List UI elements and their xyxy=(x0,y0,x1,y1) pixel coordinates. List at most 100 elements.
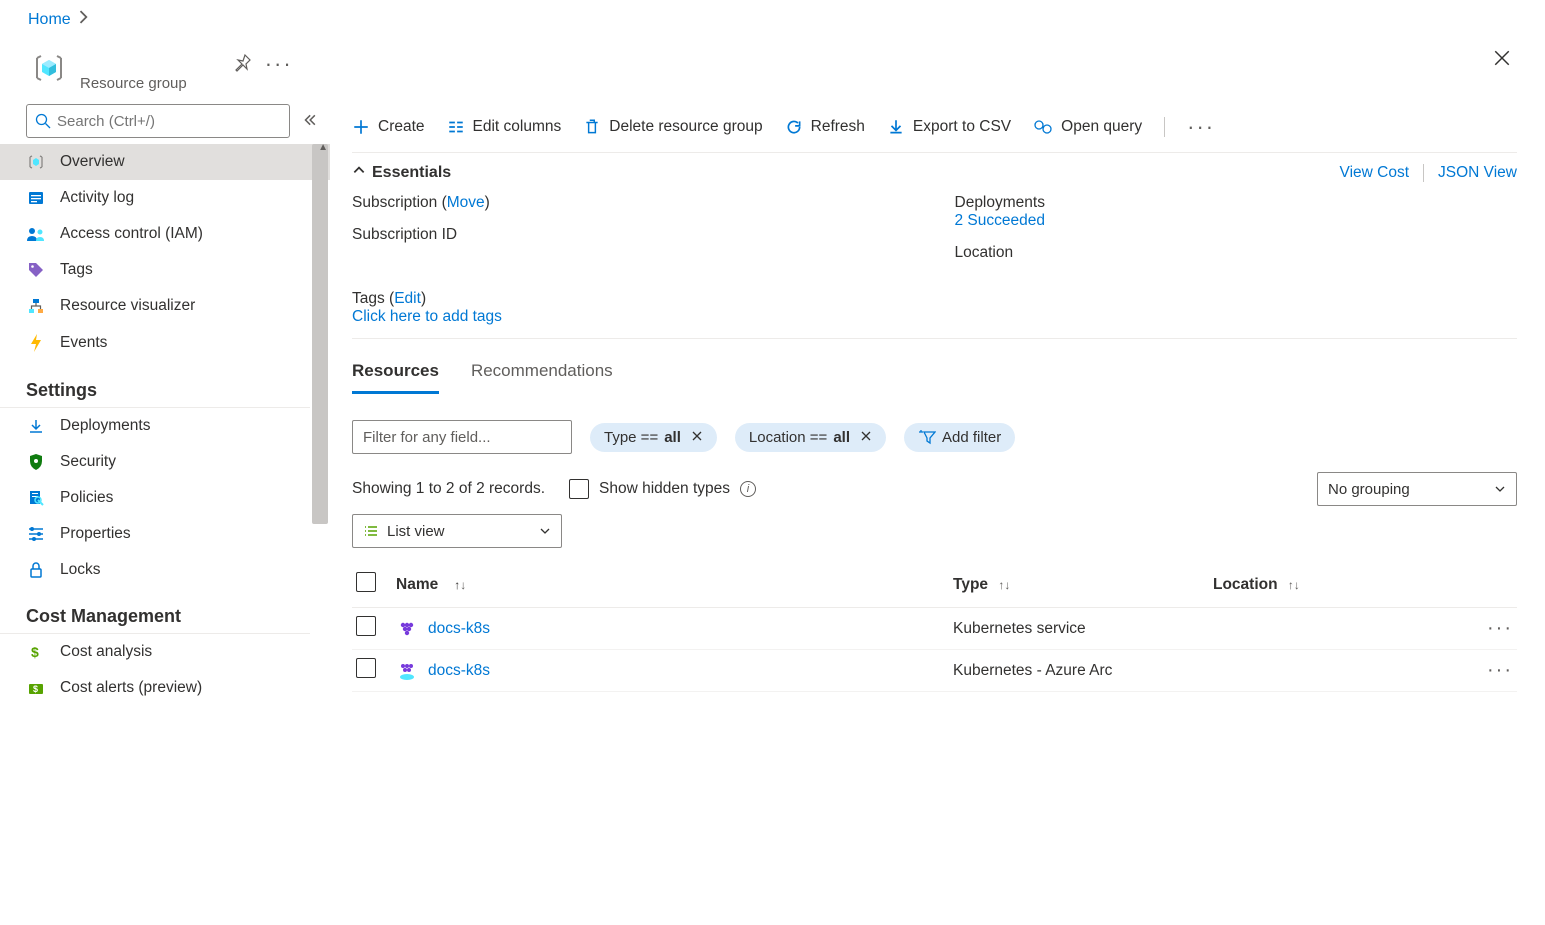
sidebar-item-security[interactable]: Security xyxy=(0,444,330,480)
view-mode-dropdown[interactable]: List view xyxy=(352,514,562,548)
tab-recommendations[interactable]: Recommendations xyxy=(471,361,613,394)
refresh-icon xyxy=(785,118,803,136)
main-content: Create Edit columns Delete resource grou… xyxy=(330,98,1545,913)
refresh-button[interactable]: Refresh xyxy=(785,118,865,136)
edit-columns-label: Edit columns xyxy=(473,118,562,136)
close-button[interactable] xyxy=(1487,43,1517,76)
sidebar-item-label: Resource visualizer xyxy=(60,297,195,315)
breadcrumb: Home xyxy=(0,0,1545,39)
resource-name-link[interactable]: docs-k8s xyxy=(428,620,490,638)
query-icon xyxy=(1033,118,1053,136)
create-button[interactable]: Create xyxy=(352,118,425,136)
export-csv-label: Export to CSV xyxy=(913,118,1011,136)
sidebar-item-label: Security xyxy=(60,453,116,471)
edit-columns-button[interactable]: Edit columns xyxy=(447,118,562,136)
search-icon xyxy=(35,113,51,129)
remove-type-filter-icon[interactable] xyxy=(691,429,703,446)
row-checkbox[interactable] xyxy=(356,658,376,678)
collapse-sidebar-button[interactable] xyxy=(298,109,320,134)
sort-icon: ↑↓ xyxy=(454,578,466,592)
sidebar-item-deployments[interactable]: Deployments xyxy=(0,408,330,444)
row-more-button[interactable]: ··· xyxy=(1473,659,1513,682)
sidebar-item-cost-alerts-preview-[interactable]: $Cost alerts (preview) xyxy=(0,670,330,706)
sidebar-item-label: Policies xyxy=(60,489,113,507)
open-query-button[interactable]: Open query xyxy=(1033,118,1142,136)
column-header-name[interactable]: Name ↑↓ xyxy=(396,576,953,594)
column-header-type[interactable]: Type ↑↓ xyxy=(953,576,1213,594)
search-input[interactable] xyxy=(57,113,281,130)
open-query-label: Open query xyxy=(1061,118,1142,136)
filter-pill-location[interactable]: Location == all xyxy=(735,423,886,452)
export-csv-button[interactable]: Export to CSV xyxy=(887,118,1011,136)
sidebar-scrollbar[interactable]: ▲ xyxy=(312,144,330,524)
row-checkbox[interactable] xyxy=(356,616,376,636)
chevron-down-icon xyxy=(539,525,551,537)
sidebar-item-overview[interactable]: Overview xyxy=(0,144,330,180)
filter-pill-type[interactable]: Type == all xyxy=(590,423,717,452)
resource-icon xyxy=(396,660,418,682)
deployments-value[interactable]: 2 Succeeded xyxy=(955,212,1046,229)
breadcrumb-home[interactable]: Home xyxy=(28,11,71,29)
sidebar-item-activity-log[interactable]: Activity log xyxy=(0,180,330,216)
filter-input[interactable] xyxy=(352,420,572,454)
page-subtitle: Resource group xyxy=(80,75,187,92)
separator xyxy=(1423,164,1424,182)
select-all-checkbox[interactable] xyxy=(356,572,376,592)
records-count: Showing 1 to 2 of 2 records. xyxy=(352,480,545,498)
columns-icon xyxy=(447,118,465,136)
sort-icon: ↑↓ xyxy=(998,578,1010,592)
sidebar-item-cost-analysis[interactable]: $Cost analysis xyxy=(0,634,330,670)
show-hidden-label: Show hidden types xyxy=(599,480,730,498)
toolbar-more-button[interactable]: ··· xyxy=(1187,116,1215,138)
add-filter-icon xyxy=(918,429,936,445)
resource-name-link[interactable]: docs-k8s xyxy=(428,662,490,680)
sidebar-item-label: Properties xyxy=(60,525,131,543)
delete-resource-group-button[interactable]: Delete resource group xyxy=(583,118,762,136)
grouping-dropdown[interactable]: No grouping xyxy=(1317,472,1517,506)
chevron-up-icon[interactable] xyxy=(352,163,366,182)
sidebar-item-locks[interactable]: Locks xyxy=(0,552,330,588)
policies-icon xyxy=(26,489,46,507)
more-commands-button[interactable]: ··· xyxy=(259,47,299,81)
sidebar-item-policies[interactable]: Policies xyxy=(0,480,330,516)
table-row: docs-k8sKubernetes service··· xyxy=(352,608,1517,650)
cost-management-header: Cost Management xyxy=(0,588,310,634)
plus-icon xyxy=(352,118,370,136)
security-icon xyxy=(26,453,46,471)
subscription-label: Subscription (Move) xyxy=(352,194,915,212)
location-label: Location xyxy=(955,244,1518,262)
svg-text:$: $ xyxy=(31,644,39,660)
sort-icon: ↑↓ xyxy=(1288,578,1300,592)
sidebar-item-events[interactable]: Events xyxy=(0,324,330,362)
tag-icon xyxy=(26,261,46,279)
move-link[interactable]: Move xyxy=(447,194,485,211)
download-icon xyxy=(887,118,905,136)
resources-table: Name ↑↓ Type ↑↓ Location ↑↓ docs-k8sKube… xyxy=(352,562,1517,692)
remove-location-filter-icon[interactable] xyxy=(860,429,872,446)
column-header-location[interactable]: Location ↑↓ xyxy=(1213,576,1473,594)
info-icon[interactable]: i xyxy=(740,481,756,497)
show-hidden-checkbox[interactable] xyxy=(569,479,589,499)
overview-icon xyxy=(26,153,46,171)
pin-button[interactable] xyxy=(227,47,259,82)
sidebar-item-properties[interactable]: Properties xyxy=(0,516,330,552)
essentials-header: Essentials View Cost JSON View xyxy=(352,153,1517,188)
sidebar-item-label: Access control (IAM) xyxy=(60,225,203,243)
create-label: Create xyxy=(378,118,425,136)
view-cost-link[interactable]: View Cost xyxy=(1340,164,1410,182)
sidebar-item-resource-visualizer[interactable]: Resource visualizer xyxy=(0,288,330,324)
sidebar-item-access-control-iam-[interactable]: Access control (IAM) xyxy=(0,216,330,252)
sidebar-item-label: Locks xyxy=(60,561,101,579)
add-tags-link[interactable]: Click here to add tags xyxy=(352,308,502,325)
edit-tags-link[interactable]: Edit xyxy=(394,290,421,307)
add-filter-button[interactable]: Add filter xyxy=(904,423,1015,452)
events-icon xyxy=(26,333,46,353)
sidebar-item-tags[interactable]: Tags xyxy=(0,252,330,288)
sidebar-item-label: Cost alerts (preview) xyxy=(60,679,202,697)
resource-type: Kubernetes - Azure Arc xyxy=(953,662,1213,680)
sidebar-search[interactable] xyxy=(26,104,290,138)
tab-resources[interactable]: Resources xyxy=(352,361,439,394)
json-view-link[interactable]: JSON View xyxy=(1438,164,1517,182)
subscription-id-label: Subscription ID xyxy=(352,226,915,244)
row-more-button[interactable]: ··· xyxy=(1473,617,1513,640)
